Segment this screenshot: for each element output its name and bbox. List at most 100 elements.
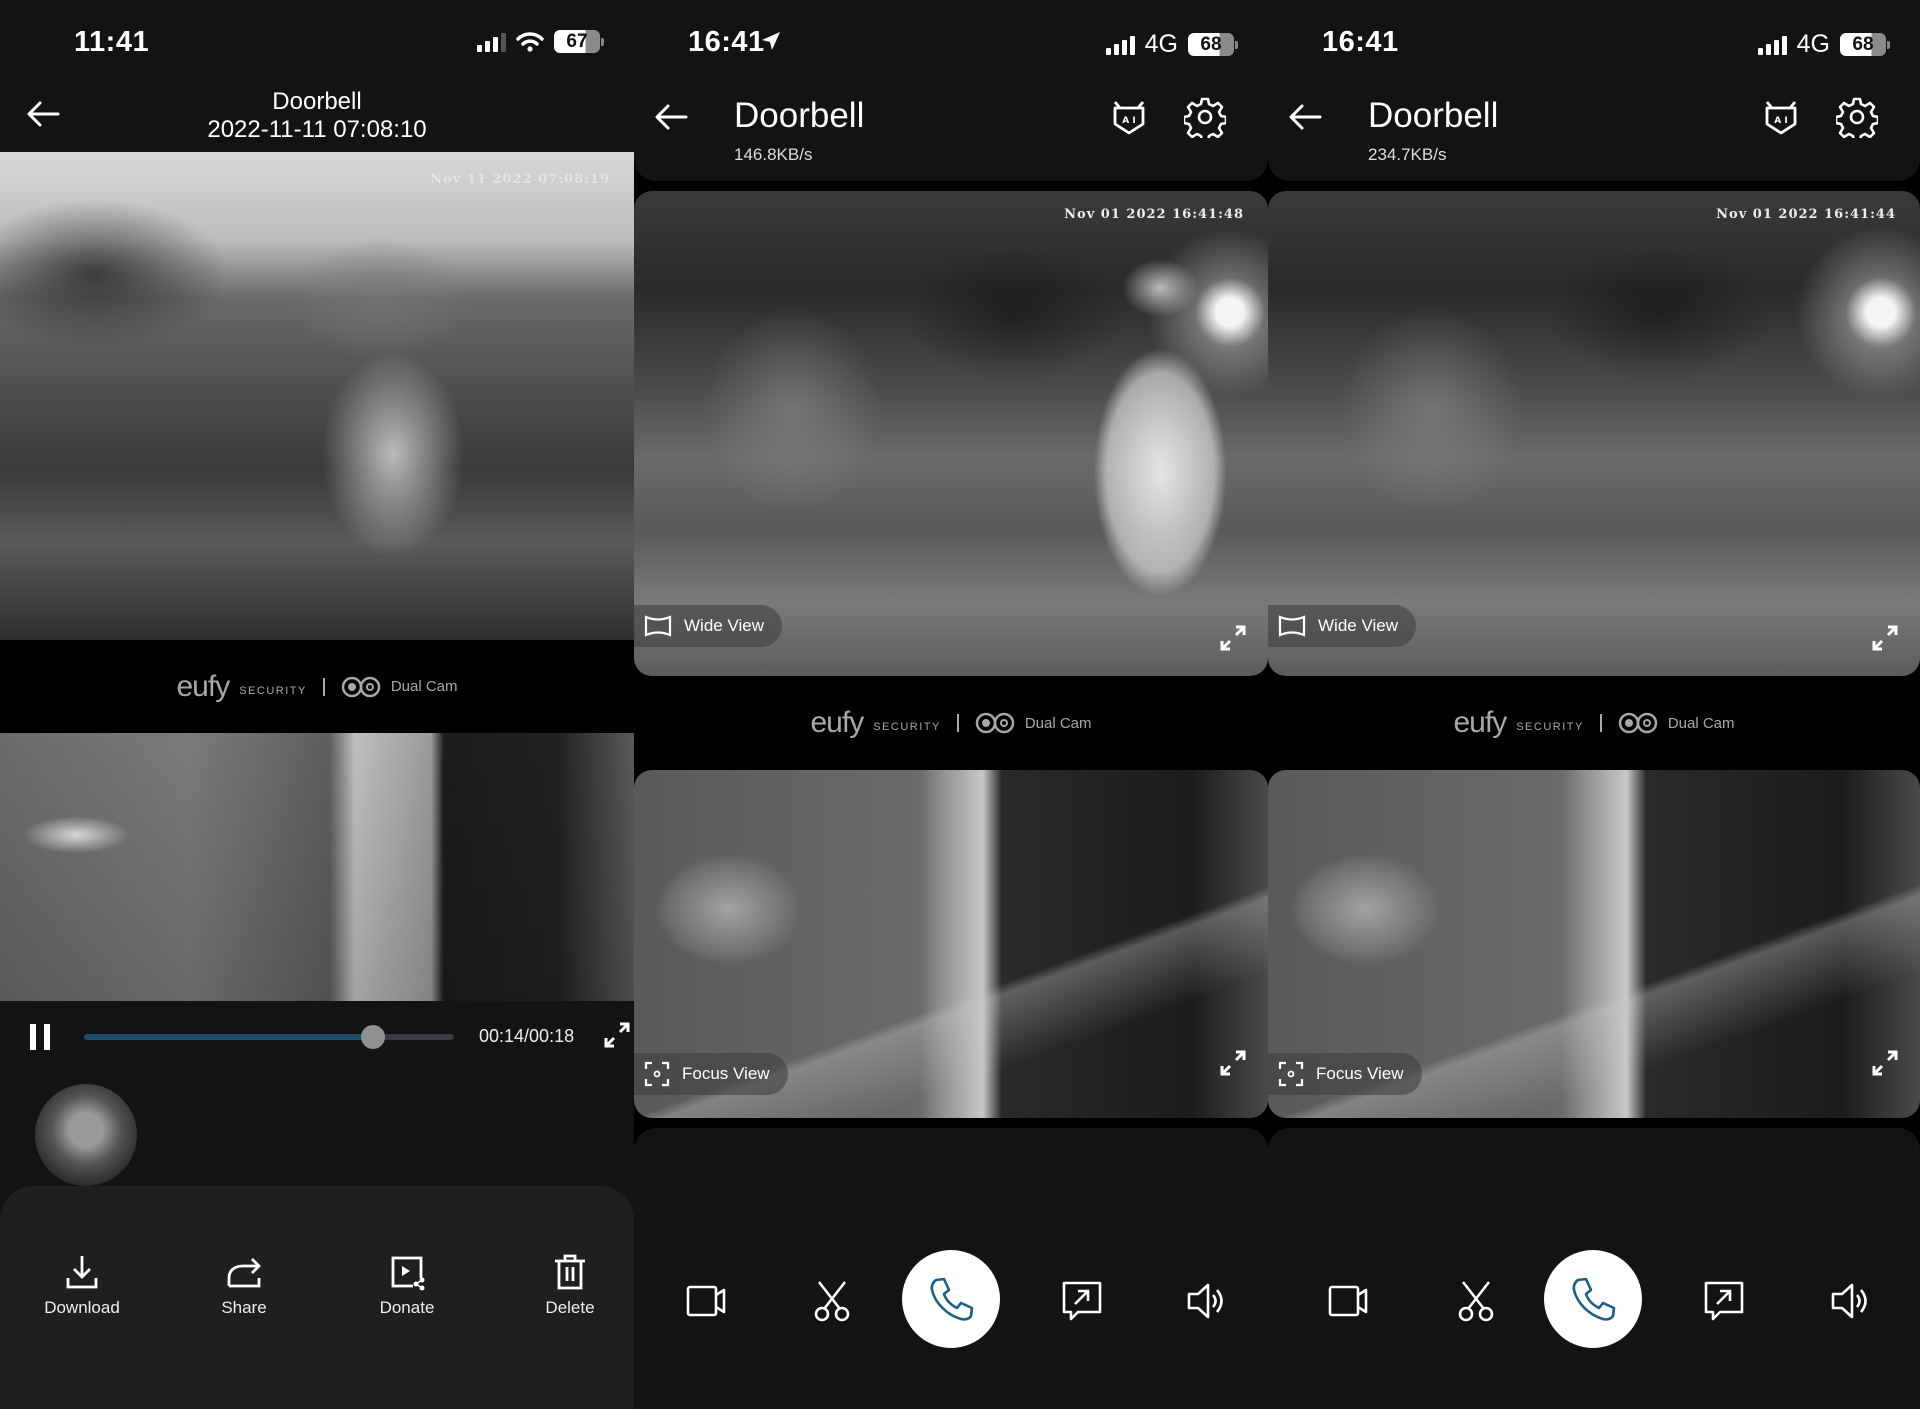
stream-bitrate: 234.7KB/s: [1368, 145, 1447, 164]
event-datetime: 2022-11-11 07:08:10: [207, 116, 427, 143]
seek-progress: [84, 1034, 373, 1040]
scissors-icon: [1458, 1281, 1494, 1322]
phone-icon: [1572, 1277, 1616, 1321]
record-button[interactable]: [684, 1278, 730, 1324]
brand-sub: SECURITY: [873, 721, 941, 733]
snapshot-clip-button[interactable]: [1453, 1278, 1499, 1324]
wide-camera-feed[interactable]: Nov 11 2022 07:08:19: [0, 152, 634, 640]
cellular-signal-icon: [477, 32, 506, 52]
page-title: Doorbell: [1368, 96, 1499, 135]
status-time: 16:41: [1322, 26, 1399, 58]
fullscreen-wide-button[interactable]: [1870, 623, 1900, 653]
arrow-left-icon: [1289, 104, 1322, 130]
detected-face-thumbnail[interactable]: [35, 1084, 137, 1186]
divider: [956, 714, 959, 732]
divider: [322, 677, 325, 696]
gear-icon: [1182, 97, 1228, 143]
share-button[interactable]: Share: [179, 1252, 309, 1318]
battery-level: 68: [1188, 33, 1234, 56]
page-title: Doorbell: [272, 88, 362, 115]
status-bar: 16:41 4G 68: [634, 0, 1268, 80]
product-name: Dual Cam: [390, 678, 458, 695]
brand-sub: SECURITY: [1516, 721, 1584, 733]
svg-text:A I: A I: [1774, 116, 1787, 126]
status-time: 11:41: [74, 26, 150, 58]
speaker-button[interactable]: [1828, 1278, 1874, 1324]
location-arrow-icon: [762, 32, 780, 50]
focus-icon: [1278, 1061, 1304, 1087]
battery-level: 68: [1840, 33, 1886, 56]
expand-icon: [1220, 1050, 1246, 1076]
ai-robot-icon: A I: [1113, 101, 1145, 135]
ai-assistant-button[interactable]: A I: [1760, 96, 1802, 138]
ai-assistant-button[interactable]: A I: [1108, 96, 1150, 138]
donate-button[interactable]: Donate: [342, 1252, 472, 1318]
expand-icon: [1872, 625, 1898, 651]
wide-view-text: Wide View: [1318, 616, 1398, 635]
settings-button[interactable]: [1834, 96, 1880, 143]
back-button[interactable]: [1286, 97, 1326, 137]
expand-icon: [604, 1022, 630, 1048]
action-sheet: Download Share Donate Delete: [0, 1186, 634, 1409]
fullscreen-focus-button[interactable]: [1870, 1048, 1900, 1078]
fullscreen-wide-button[interactable]: [1218, 623, 1248, 653]
focus-view-label: Focus View: [1268, 1053, 1422, 1095]
brand-name: eufy: [1453, 706, 1507, 739]
back-button[interactable]: [652, 97, 692, 137]
fullscreen-focus-button[interactable]: [1218, 1048, 1248, 1078]
focus-view-feed[interactable]: Focus View: [634, 770, 1268, 1118]
donate-label: Donate: [379, 1298, 435, 1317]
divider: [1599, 714, 1602, 732]
arrow-left-icon: [655, 104, 688, 130]
settings-button[interactable]: [1182, 96, 1228, 143]
snapshot-clip-button[interactable]: [809, 1278, 855, 1324]
quick-reply-button[interactable]: [1059, 1278, 1105, 1324]
record-button[interactable]: [1326, 1278, 1372, 1324]
fullscreen-button[interactable]: [602, 1020, 632, 1050]
speaker-button[interactable]: [1184, 1278, 1230, 1324]
trash-icon: [555, 1254, 585, 1290]
video-timestamp-overlay: Nov 01 2022 16:41:48: [1064, 207, 1244, 222]
quick-reply-button[interactable]: [1701, 1278, 1747, 1324]
network-type: 4G: [1796, 30, 1830, 58]
brand-name: eufy: [810, 706, 864, 739]
battery-indicator: 68: [1188, 33, 1238, 56]
wide-view-feed[interactable]: Nov 01 2022 16:41:44 Wide View: [1268, 191, 1920, 676]
wide-angle-icon: [644, 615, 672, 637]
status-bar: 11:41 67: [0, 0, 634, 80]
seek-thumb[interactable]: [360, 1025, 385, 1049]
status-time: 16:41: [688, 26, 765, 58]
speaker-icon: [1831, 1283, 1867, 1319]
pause-button[interactable]: [30, 1024, 52, 1050]
battery-indicator: 67: [554, 30, 604, 53]
wide-view-feed[interactable]: Nov 01 2022 16:41:48 Wide View: [634, 191, 1268, 676]
share-icon: [227, 1258, 261, 1288]
pause-icon: [30, 1024, 36, 1050]
network-type: 4G: [1144, 30, 1178, 58]
cellular-signal-icon: [1757, 35, 1787, 55]
download-button[interactable]: Download: [17, 1252, 147, 1318]
focus-view-label: Focus View: [634, 1053, 788, 1095]
download-icon: [66, 1256, 98, 1289]
phone-icon: [930, 1277, 974, 1321]
talk-button[interactable]: [902, 1250, 1000, 1348]
talk-button[interactable]: [1544, 1250, 1642, 1348]
focus-view-feed[interactable]: Focus View: [1268, 770, 1920, 1118]
playback-time: 00:14/00:18: [479, 1026, 575, 1046]
donate-video-icon: [391, 1256, 425, 1291]
product-name: Dual Cam: [1667, 714, 1735, 732]
wide-angle-icon: [1278, 615, 1306, 637]
scissors-icon: [814, 1281, 850, 1322]
delete-button[interactable]: Delete: [505, 1252, 634, 1318]
focus-camera-feed[interactable]: [0, 733, 634, 1001]
seek-slider[interactable]: [84, 1025, 454, 1049]
share-label: Share: [221, 1298, 267, 1317]
live-header: 16:41 4G 68 Doorbell 234.7KB/s A I: [1268, 0, 1920, 181]
brand-name: eufy: [176, 669, 230, 703]
brand-sub: SECURITY: [239, 684, 307, 697]
focus-view-text: Focus View: [682, 1064, 770, 1083]
svg-text:A I: A I: [1122, 116, 1135, 126]
video-timestamp-overlay: Nov 01 2022 16:41:44: [1716, 207, 1896, 222]
product-name: Dual Cam: [1024, 714, 1092, 732]
expand-icon: [1872, 1050, 1898, 1076]
